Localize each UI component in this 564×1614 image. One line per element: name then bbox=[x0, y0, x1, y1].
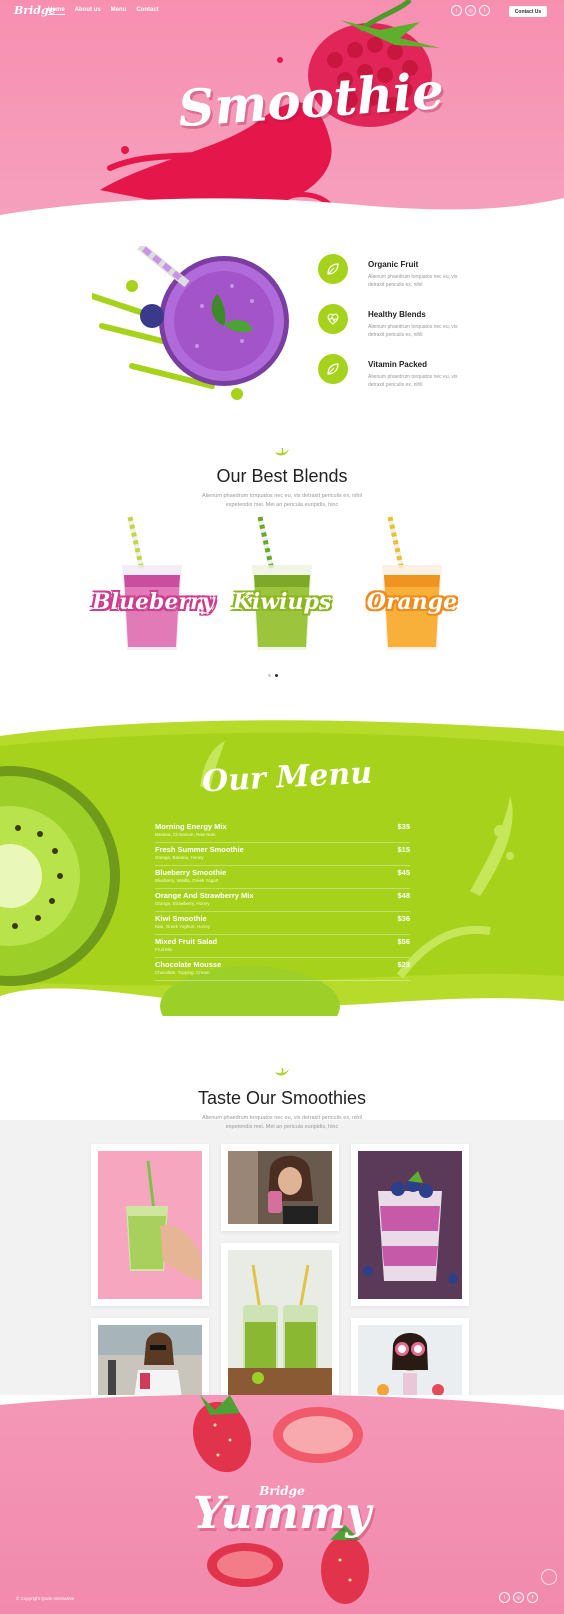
nav-about-us[interactable]: About us bbox=[75, 7, 101, 15]
menu-item-ingredients: Kiwi, Greek Yoghurt, Honey bbox=[155, 924, 211, 929]
gallery-image bbox=[98, 1325, 202, 1398]
nav-contact[interactable]: Contact bbox=[136, 7, 158, 15]
best-blends-title: Our Best Blends bbox=[216, 466, 348, 486]
carousel-dot[interactable] bbox=[268, 674, 271, 677]
menu-item: Kiwi Smoothie Kiwi, Greek Yoghurt, Honey $… bbox=[155, 912, 410, 935]
feature-desc: Alienum phaedrum torquatos nec eu, vis d… bbox=[368, 274, 458, 288]
blend-name: Blueberry bbox=[92, 589, 215, 615]
blend-blueberry[interactable]: Blueberry bbox=[92, 515, 215, 665]
feature-healthy-blends: Healthy Blends Alienum phaedrum torquato… bbox=[318, 304, 518, 344]
carousel-dots bbox=[268, 674, 278, 677]
instagram-icon[interactable]: ◎ bbox=[465, 5, 476, 16]
menu-item: Orange And Strawberry Mix Orange, Strawbe… bbox=[155, 889, 410, 912]
best-blends-desc-line2: expetendis mei. Mei an pericula euripidi… bbox=[225, 502, 339, 508]
gallery-item-green-smoothie-hand[interactable] bbox=[91, 1144, 209, 1306]
scroll-to-top-button[interactable] bbox=[541, 1569, 557, 1585]
blend-kiwiups[interactable]: Kiwiups bbox=[222, 515, 342, 665]
footer-yummy-title: Yummy bbox=[192, 1488, 372, 1539]
menu-item-name: Blueberry Smoothie bbox=[155, 868, 227, 877]
taste-desc-line1: Alienum phaedrum torquatos nec eu, vis d… bbox=[202, 1115, 362, 1121]
menu-item: Morning Energy Mix Banana, Cinnamon, Raw … bbox=[155, 820, 410, 843]
blend-name: Kiwiups bbox=[232, 589, 332, 615]
menu-item-price: $23 bbox=[397, 960, 410, 969]
gallery-item-woman-street[interactable] bbox=[91, 1318, 209, 1405]
gallery-item-berry-parfait[interactable] bbox=[351, 1144, 469, 1306]
feature-title: Vitamin Packed bbox=[368, 360, 427, 369]
twitter-icon[interactable]: t bbox=[499, 1592, 510, 1603]
menu-item-ingredients: Orange, Strawberry, Honey bbox=[155, 901, 210, 906]
gallery-item-woman-drinking[interactable] bbox=[221, 1144, 339, 1231]
menu-item-name: Kiwi Smoothie bbox=[155, 914, 207, 923]
menu-item-ingredients: Banana, Cinnamon, Raw Nuts bbox=[155, 832, 216, 837]
menu-item-name: Fresh Summer Smoothie bbox=[155, 845, 244, 854]
menu-item-name: Mixed Fruit Salad bbox=[155, 937, 218, 946]
feature-organic-fruit: Organic Fruit Alienum phaedrum torquatos… bbox=[318, 254, 518, 294]
menu-item-price: $36 bbox=[397, 914, 410, 923]
menu-item-name: Orange And Strawberry Mix bbox=[155, 891, 254, 900]
carousel-dot-active[interactable] bbox=[275, 674, 278, 677]
twitter-icon[interactable]: t bbox=[451, 5, 462, 16]
menu-item-price: $48 bbox=[397, 891, 410, 900]
purple-smoothie-image bbox=[92, 246, 289, 400]
blend-name: Orange bbox=[366, 589, 458, 615]
taste-title: Taste Our Smoothies bbox=[197, 1088, 367, 1108]
menu-item-ingredients: Blueberry, Vanilla, Greek Yogurt bbox=[155, 878, 219, 883]
nav-home[interactable]: Home bbox=[48, 7, 65, 15]
gallery-item-kiwi-jars[interactable] bbox=[221, 1243, 339, 1405]
instagram-icon[interactable]: ◎ bbox=[513, 1592, 524, 1603]
contact-us-button[interactable]: Contact Us bbox=[509, 6, 547, 17]
banana-leaf-icon bbox=[275, 1067, 289, 1076]
menu-item: Chocolate Mousse Chocolate, Topping, Crea… bbox=[155, 958, 410, 981]
leaf-icon bbox=[318, 354, 348, 384]
feature-title: Healthy Blends bbox=[368, 310, 426, 319]
menu-item-price: $56 bbox=[397, 937, 410, 946]
menu-item-name: Chocolate Mousse bbox=[155, 960, 222, 969]
facebook-icon[interactable]: f bbox=[479, 5, 490, 16]
menu-item: Fresh Summer Smoothie Orange, Banana, Hon… bbox=[155, 843, 410, 866]
menu-item-price: $45 bbox=[397, 868, 410, 877]
gallery-image bbox=[228, 1250, 332, 1398]
gallery-item-woman-fruit[interactable] bbox=[351, 1318, 469, 1405]
footer-social: t ◎ f bbox=[499, 1592, 538, 1603]
menu-item-price: $35 bbox=[397, 822, 410, 831]
header-social: t ◎ f bbox=[451, 5, 490, 16]
taste-desc-line2: expetendis mei. Mei an pericula euripidi… bbox=[225, 1124, 339, 1130]
gallery-image bbox=[358, 1151, 462, 1299]
gallery-image bbox=[98, 1151, 202, 1299]
menu-item-price: $15 bbox=[397, 845, 410, 854]
gallery-image bbox=[228, 1151, 332, 1224]
copyright: © Copyright Qode Interactive bbox=[16, 1596, 75, 1601]
nav-menu[interactable]: Menu bbox=[111, 7, 127, 15]
menu-item-name: Morning Energy Mix bbox=[155, 822, 227, 831]
top-navigation: Bridge Home About us Menu Contact t ◎ f … bbox=[0, 0, 564, 24]
heart-icon bbox=[318, 304, 348, 334]
banana-leaf-icon bbox=[275, 447, 289, 456]
blend-orange[interactable]: Orange bbox=[352, 515, 472, 665]
feature-vitamin-packed: Vitamin Packed Alienum phaedrum torquato… bbox=[318, 354, 518, 394]
feature-title: Organic Fruit bbox=[368, 260, 419, 269]
hero-wave-divider bbox=[0, 198, 564, 215]
gallery-image bbox=[358, 1325, 462, 1398]
feature-desc: Alienum phaedrum torquatos nec eu, vis d… bbox=[368, 324, 458, 338]
menu-item: Blueberry Smoothie Blueberry, Vanilla, Gr… bbox=[155, 866, 410, 889]
menu-list: Morning Energy Mix Banana, Cinnamon, Raw … bbox=[155, 820, 410, 981]
menu-item-ingredients: Chocolate, Topping, Cream bbox=[155, 970, 210, 975]
best-blends-desc-line1: Alienum phaedrum torquatos nec eu, vis d… bbox=[202, 493, 362, 499]
menu-item: Mixed Fruit Salad Fruit Mix $56 bbox=[155, 935, 410, 958]
facebook-icon[interactable]: f bbox=[527, 1592, 538, 1603]
menu-item-ingredients: Orange, Banana, Honey bbox=[155, 855, 204, 860]
nav-links: Home About us Menu Contact bbox=[48, 7, 159, 15]
menu-item-ingredients: Fruit Mix bbox=[155, 947, 173, 952]
leaf-icon bbox=[318, 254, 348, 284]
feature-desc: Alienum phaedrum torquatos nec eu, vis d… bbox=[368, 374, 458, 388]
